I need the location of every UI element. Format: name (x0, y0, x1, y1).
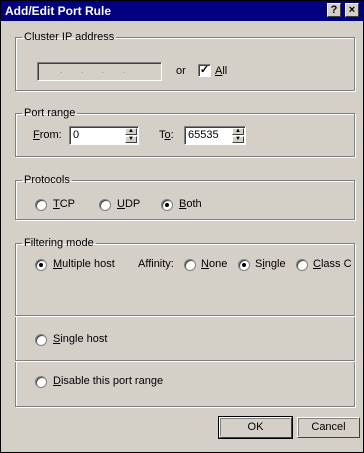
add-edit-port-rule-dialog: Add/Edit Port Rule ? × Cluster IP addres… (0, 0, 364, 453)
port-range-legend: Port range (24, 107, 76, 119)
udp-radio[interactable] (99, 199, 111, 211)
help-button[interactable]: ? (327, 3, 341, 17)
cluster-ip-input[interactable]: .... (37, 62, 162, 81)
udp-label[interactable]: UDP (117, 198, 140, 210)
both-radio[interactable] (161, 199, 173, 211)
spin-up-icon[interactable]: ▲ (125, 128, 137, 135)
single-host-label[interactable]: Single host (53, 333, 107, 345)
tcp-label[interactable]: TCP (53, 198, 75, 210)
cluster-ip-group: Cluster IP address (15, 31, 355, 91)
spin-up-icon[interactable]: ▲ (232, 128, 244, 135)
affinity-class-c-radio[interactable] (296, 259, 308, 271)
affinity-label: Affinity: (138, 258, 174, 270)
affinity-none-label[interactable]: None (201, 258, 227, 270)
spin-down-icon[interactable]: ▼ (125, 136, 137, 143)
filtering-mode-legend: Filtering mode (24, 237, 94, 249)
separator (15, 315, 355, 317)
from-label: From: (33, 129, 62, 141)
both-label[interactable]: Both (179, 198, 202, 210)
all-checkbox[interactable]: ✓ (198, 64, 211, 77)
to-port-spinner[interactable]: 65535 ▲ ▼ (184, 126, 246, 145)
all-label[interactable]: All (215, 65, 227, 77)
protocols-legend: Protocols (24, 174, 70, 186)
disable-port-range-label[interactable]: Disable this port range (53, 375, 163, 387)
to-label: To: (159, 129, 174, 141)
tcp-radio[interactable] (35, 199, 47, 211)
affinity-single-radio[interactable] (238, 259, 250, 271)
cluster-ip-legend: Cluster IP address (24, 31, 115, 43)
protocols-group: Protocols (15, 174, 355, 220)
close-button[interactable]: × (345, 3, 359, 17)
spin-down-icon[interactable]: ▼ (232, 136, 244, 143)
from-port-spinner[interactable]: 0 ▲ ▼ (69, 126, 139, 145)
cancel-button[interactable]: Cancel (297, 417, 360, 438)
separator (15, 360, 355, 362)
window-title: Add/Edit Port Rule (5, 4, 111, 18)
from-port-value[interactable]: 0 (73, 129, 79, 141)
or-label: or (176, 65, 186, 77)
multiple-host-label[interactable]: Multiple host (53, 258, 115, 270)
affinity-class-c-label[interactable]: Class C (313, 258, 352, 270)
affinity-single-label[interactable]: Single (255, 258, 286, 270)
affinity-none-radio[interactable] (184, 259, 196, 271)
single-host-radio[interactable] (35, 334, 47, 346)
disable-port-range-radio[interactable] (35, 376, 47, 388)
title-bar[interactable]: Add/Edit Port Rule ? × (1, 1, 363, 21)
ok-button[interactable]: OK (218, 416, 293, 439)
to-port-value[interactable]: 65535 (188, 129, 219, 141)
multiple-host-radio[interactable] (35, 259, 47, 271)
